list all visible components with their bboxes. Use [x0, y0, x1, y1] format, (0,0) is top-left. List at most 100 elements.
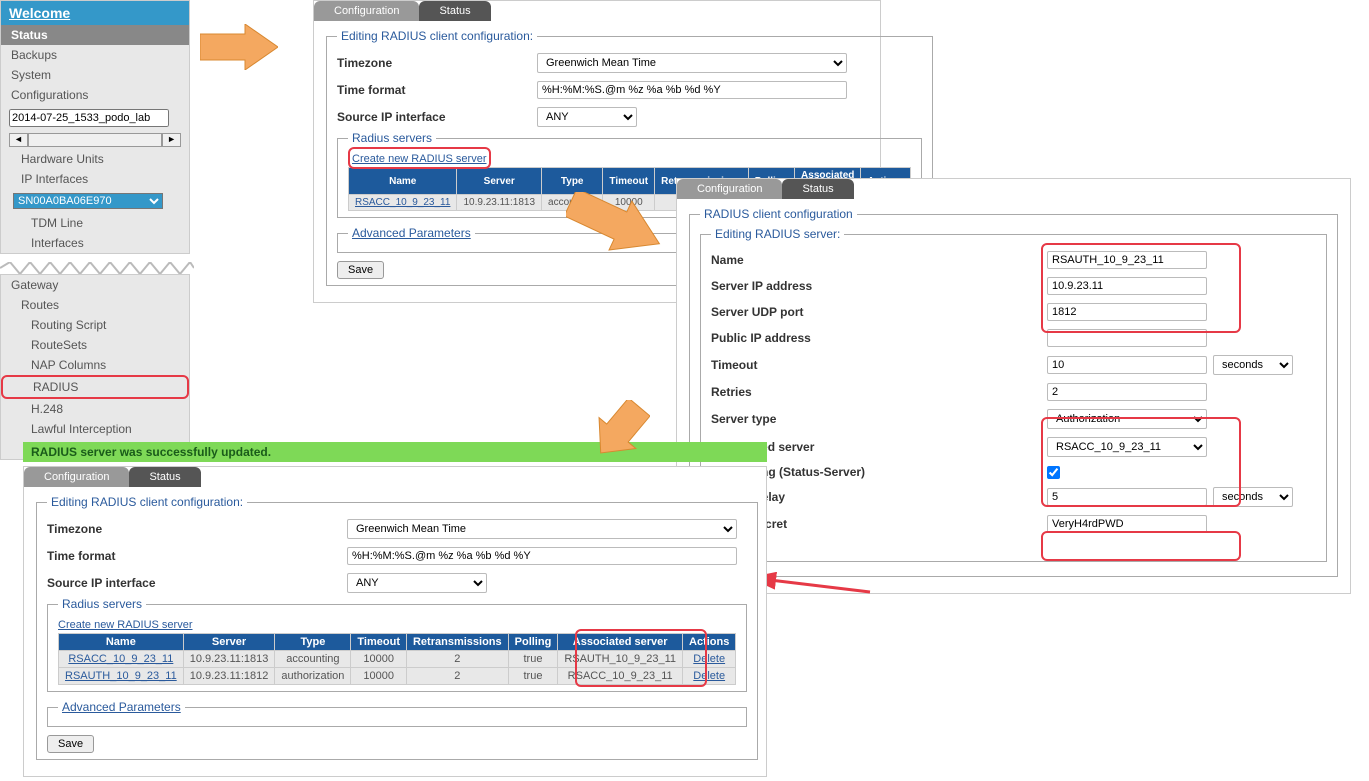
- legend-radius-servers: Radius servers: [58, 597, 146, 611]
- sidebar-item-lawful[interactable]: Lawful Interception: [1, 419, 189, 439]
- col-timeout: Timeout: [351, 634, 407, 651]
- sidebar-item-routesets[interactable]: RouteSets: [1, 335, 189, 355]
- legend-edit-radius-client: Editing RADIUS client configuration:: [337, 29, 537, 43]
- ip-label: Server IP address: [711, 279, 971, 293]
- scroll-track[interactable]: [28, 133, 162, 147]
- sidebar-item-routing-script[interactable]: Routing Script: [1, 315, 189, 335]
- row-server: 10.9.23.11:1813: [457, 195, 542, 211]
- pubip-label: Public IP address: [711, 331, 971, 345]
- col-server: Server: [457, 168, 542, 195]
- timefmt-label: Time format: [47, 549, 347, 563]
- config-name-input[interactable]: [9, 109, 169, 127]
- panel-radius-client-bottom: Configuration Status Editing RADIUS clie…: [23, 466, 767, 777]
- create-radius-link[interactable]: Create new RADIUS server: [58, 617, 193, 633]
- row-server: 10.9.23.11:1813: [183, 651, 275, 668]
- col-polling: Polling: [508, 634, 558, 651]
- timefmt-label: Time format: [337, 83, 537, 97]
- legend-edit-radius-client: Editing RADIUS client configuration:: [47, 495, 247, 509]
- col-retrans: Retransmissions: [406, 634, 508, 651]
- orange-arrow-1: [200, 24, 278, 70]
- legend-edit-radius-server: Editing RADIUS server:: [711, 227, 844, 241]
- sidebar-lower: Gateway Routes Routing Script RouteSets …: [0, 274, 190, 460]
- tab-status[interactable]: Status: [129, 467, 200, 487]
- tab-configuration[interactable]: Configuration: [677, 179, 782, 199]
- row-name-link[interactable]: RSAUTH_10_9_23_11: [59, 668, 184, 685]
- legend-radius-servers: Radius servers: [348, 131, 436, 145]
- sidebar: Welcome Status Backups System Configurat…: [0, 0, 190, 254]
- timezone-select[interactable]: Greenwich Mean Time: [537, 53, 847, 73]
- create-radius-link[interactable]: Create new RADIUS server: [352, 151, 487, 167]
- sidebar-item-system[interactable]: System: [1, 65, 189, 85]
- row-name-link[interactable]: RSACC_10_9_23_11: [349, 195, 457, 211]
- panel-edit-radius-server: Configuration Status RADIUS client confi…: [676, 178, 1351, 594]
- row-polling: true: [508, 668, 558, 685]
- col-name: Name: [349, 168, 457, 195]
- scroll-left-icon[interactable]: ◄: [9, 133, 28, 147]
- legend-radius-client-config: RADIUS client configuration: [700, 207, 857, 221]
- tab-status[interactable]: Status: [419, 1, 490, 21]
- col-type: Type: [275, 634, 351, 651]
- sidebar-item-interfaces[interactable]: Interfaces: [1, 233, 189, 253]
- srcip-label: Source IP interface: [337, 110, 537, 124]
- success-message: RADIUS server was successfully updated.: [23, 442, 767, 462]
- col-timeout: Timeout: [603, 168, 655, 195]
- type-label: Server type: [711, 412, 971, 426]
- sidebar-item-status[interactable]: Status: [1, 25, 189, 45]
- timeout-unit-select[interactable]: seconds: [1213, 355, 1293, 375]
- serial-select[interactable]: SN00A0BA06E970: [13, 193, 163, 209]
- row-type: authorization: [275, 668, 351, 685]
- col-type: Type: [542, 168, 603, 195]
- advanced-params-link[interactable]: Advanced Parameters: [348, 226, 475, 240]
- red-highlight-secret: [1041, 531, 1241, 561]
- row-retrans: 2: [406, 668, 508, 685]
- scroll-right-icon[interactable]: ►: [162, 133, 181, 147]
- timezone-label: Timezone: [337, 56, 537, 70]
- advanced-params-link[interactable]: Advanced Parameters: [58, 700, 185, 714]
- red-highlight-assoc-column: [575, 629, 707, 687]
- name-label: Name: [711, 253, 971, 267]
- timeout-label: Timeout: [711, 358, 971, 372]
- row-retrans: 2: [406, 651, 508, 668]
- sidebar-item-h248[interactable]: H.248: [1, 399, 189, 419]
- sidebar-item-tdm[interactable]: TDM Line: [1, 213, 189, 233]
- sidebar-item-configurations[interactable]: Configurations: [1, 85, 189, 105]
- tab-status[interactable]: Status: [782, 179, 853, 199]
- welcome-header[interactable]: Welcome: [1, 1, 189, 25]
- retries-input[interactable]: [1047, 383, 1207, 401]
- save-button[interactable]: Save: [47, 735, 94, 753]
- row-server: 10.9.23.11:1812: [183, 668, 275, 685]
- timeout-input[interactable]: [1047, 356, 1207, 374]
- timezone-select[interactable]: Greenwich Mean Time: [347, 519, 737, 539]
- orange-arrow-3: [590, 400, 650, 460]
- timefmt-input[interactable]: [347, 547, 737, 565]
- sidebar-item-radius[interactable]: RADIUS: [1, 375, 189, 399]
- sidebar-item-hardware[interactable]: Hardware Units: [1, 149, 189, 169]
- row-timeout: 10000: [351, 668, 407, 685]
- timezone-label: Timezone: [47, 522, 347, 536]
- save-button[interactable]: Save: [337, 261, 384, 279]
- sidebar-item-ip-interfaces[interactable]: IP Interfaces: [1, 169, 189, 189]
- sidebar-item-nap-columns[interactable]: NAP Columns: [1, 355, 189, 375]
- timefmt-input[interactable]: [537, 81, 847, 99]
- red-highlight-mid: [1041, 417, 1241, 507]
- zigzag-separator: [0, 262, 194, 274]
- col-name: Name: [59, 634, 184, 651]
- srcip-select[interactable]: ANY: [537, 107, 637, 127]
- red-arrow-save: [760, 572, 880, 602]
- retries-label: Retries: [711, 385, 971, 399]
- tab-configuration[interactable]: Configuration: [24, 467, 129, 487]
- srcip-select[interactable]: ANY: [347, 573, 487, 593]
- col-server: Server: [183, 634, 275, 651]
- row-polling: true: [508, 651, 558, 668]
- horizontal-scroll[interactable]: ◄ ►: [9, 133, 181, 147]
- orange-arrow-2: [566, 192, 664, 254]
- srcip-label: Source IP interface: [47, 576, 347, 590]
- sidebar-item-routes[interactable]: Routes: [1, 295, 189, 315]
- row-timeout: 10000: [351, 651, 407, 668]
- tab-configuration[interactable]: Configuration: [314, 1, 419, 21]
- row-type: accounting: [275, 651, 351, 668]
- sidebar-item-backups[interactable]: Backups: [1, 45, 189, 65]
- row-name-link[interactable]: RSACC_10_9_23_11: [59, 651, 184, 668]
- port-label: Server UDP port: [711, 305, 971, 319]
- sidebar-item-gateway[interactable]: Gateway: [1, 275, 189, 295]
